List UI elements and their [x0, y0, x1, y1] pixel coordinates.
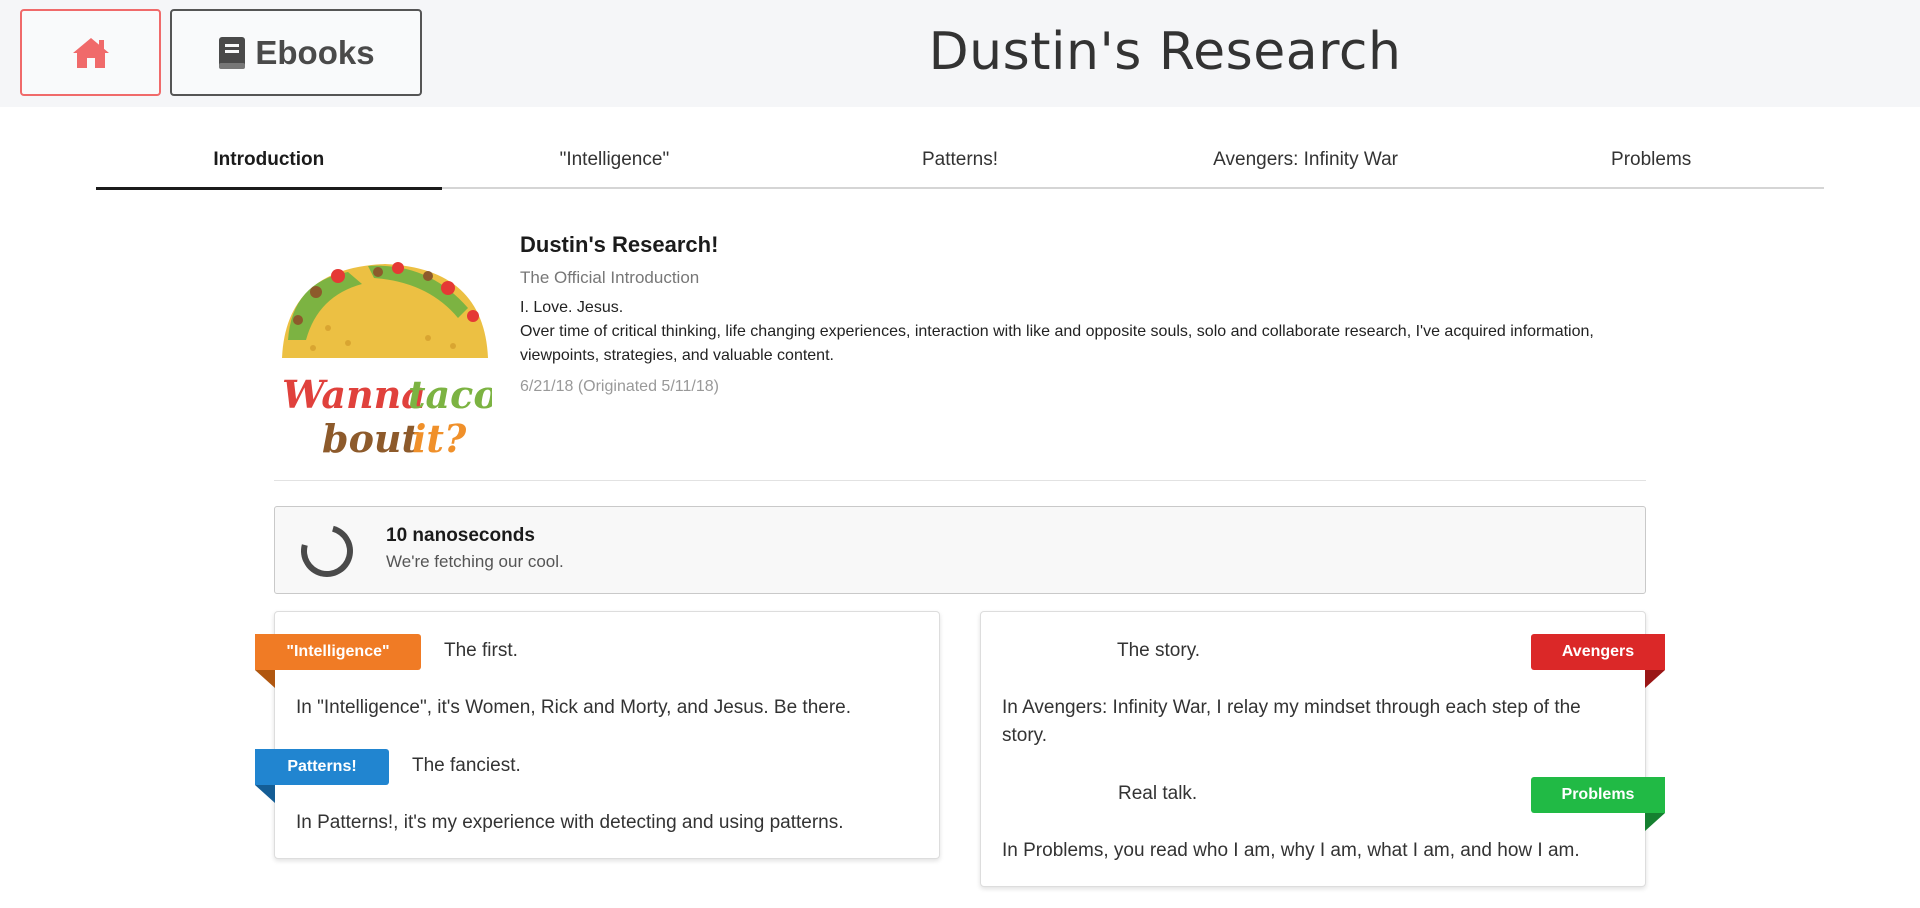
card-text-problems: In Problems, you read who I am, why I am…	[1002, 840, 1580, 861]
tab-avengers[interactable]: Avengers: Infinity War	[1133, 132, 1479, 187]
intro-subheading: The Official Introduction	[520, 268, 700, 287]
card-heading-intelligence: The first.	[444, 640, 518, 661]
site-title: Dustin's Research	[928, 22, 1402, 82]
intro-content: Dustin's Research! The Official Introduc…	[520, 232, 1640, 396]
logo-text-bout: bout	[322, 416, 420, 461]
card-heading-problems: Real talk.	[1118, 783, 1198, 804]
intro-date: 6/21/18 (Originated 5/11/18)	[520, 378, 719, 395]
tab-patterns[interactable]: Patterns!	[787, 132, 1133, 187]
logo-text-wanna: Wanna	[282, 372, 426, 417]
card-heading-patterns: The fanciest.	[412, 755, 521, 776]
logo-text-it: it?	[412, 416, 467, 461]
ribbon-fold	[1645, 813, 1665, 831]
intro-heading: Dustin's Research!	[520, 232, 719, 257]
loading-spinner-icon	[291, 515, 363, 587]
taco-logo: Wanna taco bout it?	[282, 262, 492, 461]
tab-intelligence[interactable]: "Intelligence"	[442, 132, 788, 187]
card-text-intelligence: In "Intelligence", it's Women, Rick and …	[296, 697, 851, 718]
top-navbar: Ebooks Dustin's Research	[0, 0, 1920, 107]
ribbon-fold	[255, 785, 275, 803]
card-text-patterns: In Patterns!, it's my experience with de…	[296, 812, 844, 833]
card-text-avengers: In Avengers: Infinity War, I relay my mi…	[1002, 697, 1581, 746]
loading-message: 10 nanoseconds We're fetching our cool.	[274, 506, 1646, 594]
card-right: Avengers The story. In Avengers: Infinit…	[980, 611, 1665, 887]
tab-introduction[interactable]: Introduction	[96, 132, 442, 190]
section-tabs: Introduction "Intelligence" Patterns! Av…	[96, 132, 1824, 190]
loading-title: 10 nanoseconds	[386, 525, 535, 546]
tab-problems[interactable]: Problems	[1478, 132, 1824, 187]
intro-body-line1: I. Love. Jesus.	[520, 299, 624, 316]
intro-body-line2: Over time of critical thinking, life cha…	[520, 323, 1594, 364]
ribbon-fold	[1645, 670, 1665, 688]
loading-subtitle: We're fetching our cool.	[386, 552, 564, 571]
ribbon-avengers[interactable]: Avengers	[1531, 634, 1665, 670]
ribbon-intelligence[interactable]: "Intelligence"	[255, 634, 421, 670]
card-heading-avengers: The story.	[1117, 640, 1201, 661]
logo-text-taco: taco	[408, 372, 492, 417]
ribbon-problems[interactable]: Problems	[1531, 777, 1665, 813]
intro-section: Wanna taco bout it? Dustin's Research! T…	[274, 218, 1646, 481]
ribbon-fold	[255, 670, 275, 688]
card-left: "Intelligence" The first. In "Intelligen…	[255, 611, 940, 859]
ribbon-patterns[interactable]: Patterns!	[255, 749, 389, 785]
